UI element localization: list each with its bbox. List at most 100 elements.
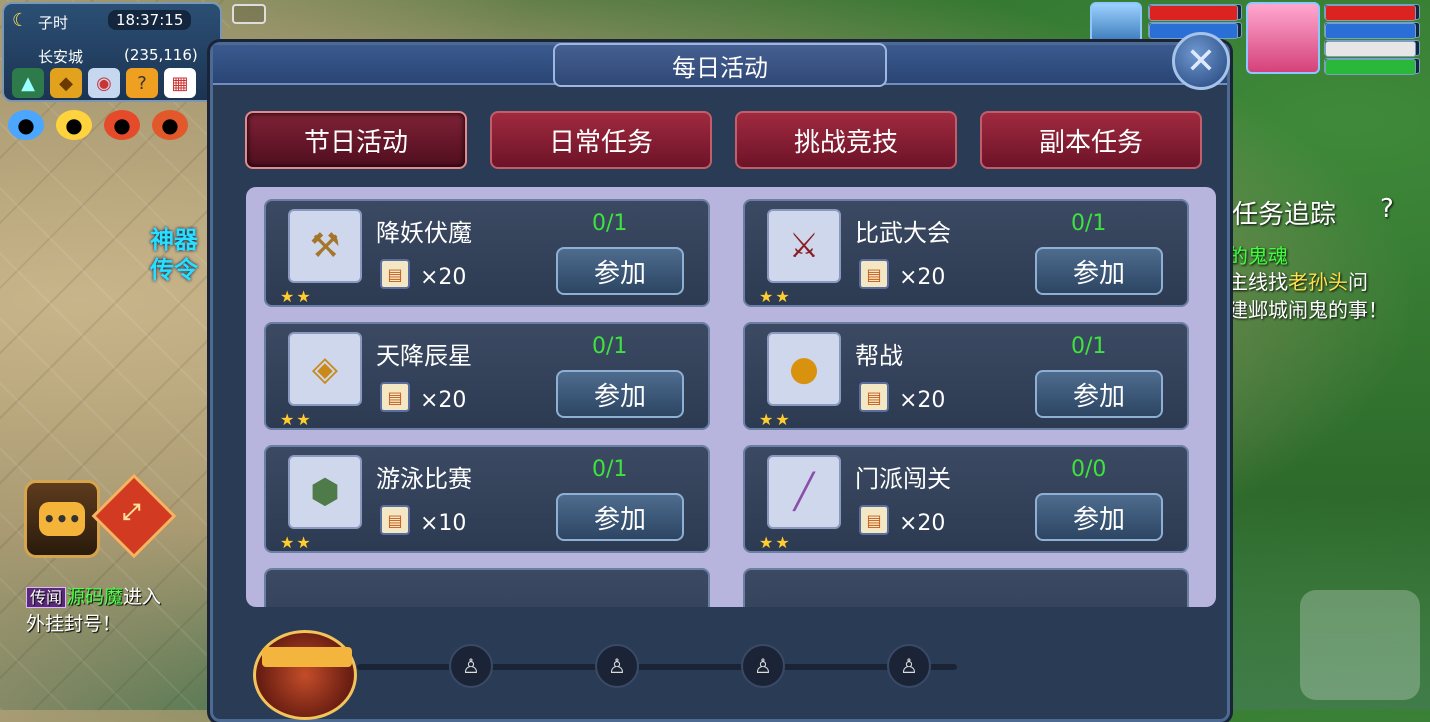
quest-line-2b: 找 (1268, 270, 1288, 294)
activity-progress: 0/1 (592, 334, 628, 359)
activity-progress: 0/1 (1071, 211, 1107, 236)
tab-dungeon[interactable]: 副本任务 (980, 111, 1202, 169)
quest-line-1[interactable]: 的鬼魂 (1228, 240, 1288, 269)
activity-progress: 0/1 (592, 457, 628, 482)
scroll-icon: ▤ (380, 505, 410, 535)
join-button[interactable]: 参加 (556, 493, 684, 541)
sword-icon: ⚔ (767, 209, 841, 283)
star-rating: ★★ (280, 410, 313, 429)
join-button[interactable]: 参加 (556, 370, 684, 418)
triangle-toggle-icon[interactable]: ▲ (12, 68, 44, 98)
game-logo (1300, 590, 1420, 700)
treasure-box-icon: ◈ (288, 332, 362, 406)
reward-progress-track (357, 664, 957, 670)
star-rating: ★★ (759, 410, 792, 429)
activity-name: 游泳比赛 (376, 465, 472, 493)
close-button[interactable]: ✕ (1172, 32, 1230, 90)
pet-portrait[interactable] (1090, 2, 1142, 44)
broom-icon: ⚒ (288, 209, 362, 283)
join-button[interactable]: 参加 (556, 247, 684, 295)
chat-text: 进入 (123, 586, 162, 608)
activity-card: ╱ 门派闯关 0/0 ▤ ×20 参加 ★★ (743, 445, 1189, 553)
gold-ingot-icon[interactable]: ◆ (50, 68, 82, 98)
turtle-shell-icon: ⬢ (288, 455, 362, 529)
reward-count: ×10 (420, 511, 467, 536)
activity-name: 降妖伏魔 (376, 219, 472, 247)
reward-count: ×20 (899, 511, 946, 536)
tab-challenge[interactable]: 挑战竞技 (735, 111, 957, 169)
activity-card: ◈ 天降辰星 0/1 ▤ ×20 参加 ★★ (264, 322, 710, 430)
moon-icon: ☾ (12, 10, 29, 31)
status-panel[interactable]: ☾ 子时 18:37:15 长安城 (235,116) ▲ ◆ ◉ ? ▦ (2, 2, 222, 102)
star-rating: ★★ (759, 287, 792, 306)
star-rating: ★★ (759, 533, 792, 552)
order-label: 传令 (150, 256, 198, 284)
help-person-icon[interactable]: ? (126, 68, 158, 98)
clock: 18:37:15 (108, 10, 192, 30)
star-rating: ★★ (280, 533, 313, 552)
activity-card: ⚒ 降妖伏魔 0/1 ▤ ×20 参加 ★★ (264, 199, 710, 307)
pet-icons: ● ● ● ● (8, 110, 188, 140)
activity-card: ⬢ 游泳比赛 0/1 ▤ ×10 参加 ★★ (264, 445, 710, 553)
drum-icon: ● (767, 332, 841, 406)
reward-node-icon[interactable]: ♙ (595, 644, 639, 688)
chat-text-2: 外挂封号！ (26, 613, 122, 635)
small-toggle-button[interactable] (232, 4, 266, 24)
join-button[interactable]: 参加 (1035, 493, 1163, 541)
activity-card: ⚔ 比武大会 0/1 ▤ ×20 参加 ★★ (743, 199, 1189, 307)
quest-line-2a: 主线 (1228, 270, 1268, 294)
fire-pet-icon[interactable]: ● (104, 110, 140, 140)
activity-list[interactable]: ⚒ 降妖伏魔 0/1 ▤ ×20 参加 ★★ ⚔ 比武大会 0/1 ▤ ×20 … (246, 187, 1216, 607)
activity-name: 比武大会 (855, 219, 951, 247)
reward-node-icon[interactable]: ♙ (741, 644, 785, 688)
time-period: 子时 (38, 14, 69, 32)
activity-name: 门派闯关 (855, 465, 951, 493)
activity-card (743, 568, 1189, 607)
dialog-header: 每日活动 (213, 43, 1227, 87)
chat-sender[interactable]: 源码魔 (66, 586, 123, 608)
recharge-icon[interactable]: ● (152, 110, 188, 140)
quest-line-3[interactable]: 建邺城闹鬼的事！ (1228, 294, 1388, 323)
join-button[interactable]: 参加 (1035, 370, 1163, 418)
activity-progress: 0/1 (592, 211, 628, 236)
bird-pet-icon[interactable]: ● (56, 110, 92, 140)
daily-activity-dialog: 每日活动 节日活动 日常任务 挑战竞技 副本任务 ⚒ 降妖伏魔 0/1 ▤ ×2… (210, 42, 1230, 722)
tab-daily[interactable]: 日常任务 (490, 111, 712, 169)
flute-icon: ╱ (767, 455, 841, 529)
reward-count: ×20 (899, 388, 946, 413)
scroll-icon: ▤ (859, 505, 889, 535)
scroll-icon: ▤ (380, 259, 410, 289)
reward-node-icon[interactable]: ♙ (887, 644, 931, 688)
reward-node-icon[interactable]: ♙ (449, 644, 493, 688)
radar-icon[interactable]: ◉ (88, 68, 120, 98)
join-button[interactable]: 参加 (1035, 247, 1163, 295)
quest-npc[interactable]: 老孙头 (1288, 270, 1348, 294)
calendar-icon[interactable]: ▦ (164, 68, 196, 98)
chat-tag: 传闻 (26, 587, 67, 608)
activity-progress: 0/1 (1071, 334, 1107, 359)
activity-card (264, 568, 710, 607)
tab-festival[interactable]: 节日活动 (245, 111, 467, 169)
slime-pet-icon[interactable]: ● (8, 110, 44, 140)
dialog-title: 每日活动 (553, 43, 887, 87)
player-status-bars (1324, 4, 1420, 75)
expand-arrows-icon: ⤢ (122, 500, 141, 526)
reward-count: ×20 (899, 265, 946, 290)
chat-button[interactable]: ••• (24, 480, 100, 558)
activity-card: ● 帮战 0/1 ▤ ×20 参加 ★★ (743, 322, 1189, 430)
star-rating: ★★ (280, 287, 313, 306)
activity-reward-track: ♙ ♙ ♙ ♙ (253, 630, 1193, 720)
reward-count: ×20 (420, 388, 467, 413)
player-portrait[interactable] (1246, 2, 1320, 74)
quest-line-2[interactable]: 主线找老孙头问 (1228, 266, 1368, 295)
activity-name: 天降辰星 (376, 342, 472, 370)
city-name: 长安城 (38, 48, 84, 66)
activity-progress: 0/0 (1071, 457, 1107, 482)
chat-message: 传闻 源码魔进入 外挂封号！ (26, 584, 161, 637)
chat-bubble-icon: ••• (39, 502, 85, 536)
quest-tracker-title[interactable]: 任务追踪 (1232, 194, 1336, 231)
reward-count: ×20 (420, 265, 467, 290)
quest-help-icon[interactable]: ? (1380, 194, 1394, 224)
scroll-icon: ▤ (859, 382, 889, 412)
reward-pavilion-icon[interactable] (253, 630, 357, 720)
